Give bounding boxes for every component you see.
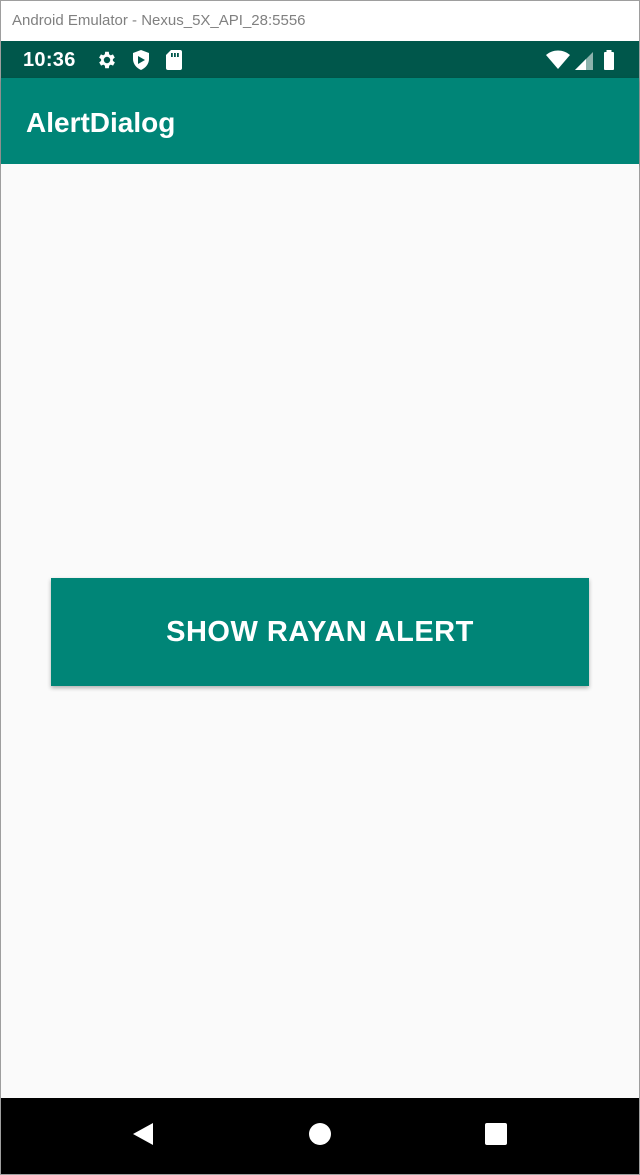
window-titlebar: Android Emulator - Nexus_5X_API_28:5556 (1, 1, 639, 41)
recents-icon (484, 1122, 508, 1151)
back-button[interactable] (113, 1098, 173, 1174)
wifi-icon (545, 41, 571, 78)
app-bar: AlertDialog (1, 78, 639, 164)
status-bar: 10:36 (1, 41, 639, 78)
app-title: AlertDialog (26, 107, 176, 138)
shield-icon (131, 41, 151, 78)
home-button[interactable] (290, 1098, 350, 1174)
back-icon (131, 1121, 155, 1152)
nav-bar (1, 1098, 639, 1174)
sd-card-icon (165, 41, 183, 78)
cell-signal-icon (574, 41, 594, 78)
show-alert-button[interactable]: SHOW RAYAN ALERT (51, 578, 589, 686)
gear-icon (96, 41, 118, 78)
window-title: Android Emulator - Nexus_5X_API_28:5556 (12, 12, 306, 29)
status-time: 10:36 (23, 49, 76, 71)
home-icon (308, 1122, 332, 1151)
battery-icon (603, 41, 615, 78)
emulator-window: Android Emulator - Nexus_5X_API_28:5556 … (0, 0, 640, 1175)
recents-button[interactable] (466, 1098, 526, 1174)
content-area: SHOW RAYAN ALERT (1, 164, 639, 1098)
